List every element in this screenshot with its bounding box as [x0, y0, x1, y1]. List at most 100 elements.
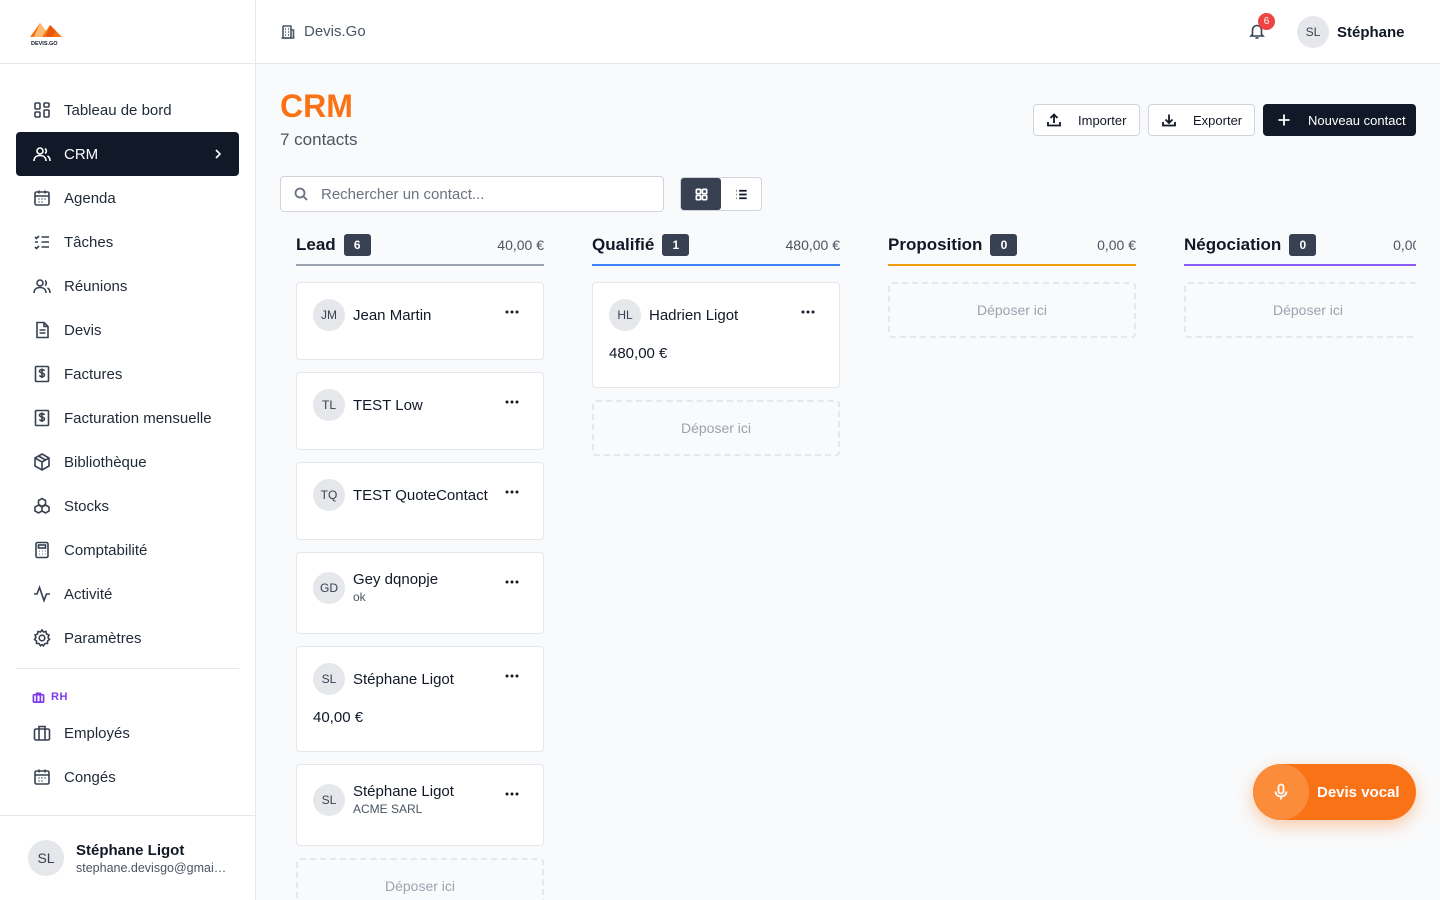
sidebar-item-label: CRM — [64, 145, 99, 163]
card-menu-button[interactable] — [503, 483, 521, 501]
chevron-right-icon — [215, 149, 222, 159]
card-header: GD Gey dqnopje ok — [313, 571, 527, 604]
sidebar-item-crm[interactable]: CRM — [16, 132, 239, 176]
sidebar-item-taches[interactable]: Tâches — [16, 220, 239, 264]
column-title: Lead — [296, 235, 336, 254]
card-header: SL Stéphane Ligot — [313, 663, 527, 695]
sidebar-item-comptabilite[interactable]: Comptabilité — [16, 528, 239, 572]
brand-name: Devis.Go — [304, 23, 366, 40]
logo-text: DEVIS.GO — [31, 41, 58, 47]
avatar: JM — [313, 299, 345, 331]
contact-card[interactable]: TL TEST Low — [296, 372, 544, 450]
drop-zone[interactable]: Déposer ici — [1184, 282, 1416, 338]
sidebar-item-label: Employés — [64, 724, 130, 742]
sidebar-item-devis[interactable]: Devis — [16, 308, 239, 352]
voice-quote-button[interactable]: Devis vocal — [1253, 764, 1416, 820]
calendar-icon — [34, 769, 50, 785]
user-menu[interactable]: SL Stéphane — [1297, 16, 1405, 48]
list-view-button[interactable] — [721, 178, 761, 210]
avatar: TL — [313, 389, 345, 421]
column-header: Négociation 0 0,00 € — [1184, 226, 1416, 266]
card-menu-button[interactable] — [503, 785, 521, 803]
avatar: SL — [28, 840, 64, 876]
drop-zone[interactable]: Déposer ici — [592, 400, 840, 456]
contact-card[interactable]: JM Jean Martin — [296, 282, 544, 360]
new-contact-button[interactable]: Nouveau contact — [1263, 104, 1416, 136]
users-icon — [33, 147, 51, 162]
card-menu-button[interactable] — [503, 303, 521, 321]
contact-card[interactable]: HL Hadrien Ligot 480,00 € — [592, 282, 840, 388]
avatar: HL — [609, 299, 641, 331]
contact-card[interactable]: SL Stéphane Ligot 40,00 € — [296, 646, 544, 752]
card-menu-button[interactable] — [503, 667, 521, 685]
contact-card[interactable]: GD Gey dqnopje ok — [296, 552, 544, 634]
sidebar-item-label: Factures — [64, 365, 123, 383]
card-menu-button[interactable] — [503, 573, 521, 591]
column-header: Qualifié 1 480,00 € — [592, 226, 840, 266]
contact-name: Hadrien Ligot — [649, 306, 739, 324]
sidebar-item-stocks[interactable]: Stocks — [16, 484, 239, 528]
sidebar-item-label: Comptabilité — [64, 541, 148, 559]
sidebar-item-label: Activité — [64, 585, 113, 603]
column-total: 480,00 € — [785, 237, 841, 253]
deal-amount: 40,00 € — [313, 709, 364, 726]
avatar: SL — [313, 783, 345, 816]
search-input[interactable] — [321, 185, 641, 203]
column-header: Proposition 0 0,00 € — [888, 226, 1136, 266]
drop-zone[interactable]: Déposer ici — [296, 858, 544, 900]
contact-name: Stéphane Ligot — [353, 670, 454, 688]
contact-card[interactable]: TQ TEST QuoteContact — [296, 462, 544, 540]
card-menu-button[interactable] — [799, 303, 817, 321]
notifications-button[interactable]: 6 — [1248, 13, 1275, 40]
grid-view-button[interactable] — [681, 178, 721, 210]
sidebar-item-agenda[interactable]: Agenda — [16, 176, 239, 220]
more-horizontal-icon — [505, 580, 519, 584]
export-label: Exporter — [1193, 112, 1243, 128]
calculator-icon — [35, 541, 49, 559]
column-title: Proposition — [888, 235, 983, 254]
column-header: Lead 6 40,00 € — [296, 226, 544, 266]
card-header: JM Jean Martin — [313, 299, 527, 331]
sidebar-item-employes[interactable]: Employés — [16, 711, 239, 755]
sidebar-item-factures[interactable]: Factures — [16, 352, 239, 396]
import-button[interactable]: Importer — [1033, 104, 1140, 136]
card-menu-button[interactable] — [503, 393, 521, 411]
briefcase-icon — [33, 725, 51, 741]
export-button[interactable]: Exporter — [1148, 104, 1255, 136]
sidebar-item-activite[interactable]: Activité — [16, 572, 239, 616]
user-name: Stéphane Ligot — [76, 841, 185, 859]
contact-name: Jean Martin — [353, 306, 432, 324]
sidebar-user[interactable]: SL Stéphane Ligot stephane.devisgo@gmail… — [0, 815, 255, 900]
contact-card[interactable]: SL Stéphane Ligot ACME SARL — [296, 764, 544, 846]
sidebar-section-rh: RH — [16, 683, 239, 711]
sidebar-item-parametres[interactable]: Paramètres — [16, 616, 239, 660]
column-total: 40,00 € — [497, 237, 544, 253]
sidebar-item-bibliotheque[interactable]: Bibliothèque — [16, 440, 239, 484]
sidebar-item-conges[interactable]: Congés — [16, 755, 239, 799]
column-total: 0,00 € — [1393, 237, 1416, 253]
contact-name: Gey dqnopje — [353, 571, 439, 588]
column-total: 0,00 € — [1097, 237, 1136, 253]
sidebar: DEVIS.GO Tableau de bord CRM Agenda Tâch… — [0, 0, 256, 900]
more-horizontal-icon — [505, 400, 519, 404]
logo[interactable]: DEVIS.GO — [0, 0, 255, 64]
card-text: Stéphane Ligot ACME SARL — [353, 783, 454, 816]
card-list: JM Jean Martin TL TEST Low TQ TEST Quote… — [296, 282, 544, 900]
sidebar-item-label: Tâches — [64, 233, 114, 251]
dashboard-icon — [34, 102, 50, 118]
briefcase-icon — [32, 691, 45, 703]
sidebar-item-facturation-mensuelle[interactable]: Facturation mensuelle — [16, 396, 239, 440]
card-list: HL Hadrien Ligot 480,00 € Déposer ici — [592, 282, 840, 456]
list-icon — [735, 189, 747, 199]
topbar: Devis.Go 6 SL Stéphane — [256, 0, 1440, 64]
breadcrumb[interactable]: Devis.Go — [280, 23, 366, 40]
sidebar-item-reunions[interactable]: Réunions — [16, 264, 239, 308]
card-text: TEST Low — [353, 397, 423, 414]
document-icon — [36, 321, 49, 339]
sidebar-item-label: Facturation mensuelle — [64, 409, 212, 427]
package-icon — [34, 453, 50, 471]
drop-zone[interactable]: Déposer ici — [888, 282, 1136, 338]
grid-icon — [695, 188, 707, 200]
sidebar-item-tableau-de-bord[interactable]: Tableau de bord — [16, 88, 239, 132]
card-text: Gey dqnopje ok — [353, 571, 438, 604]
